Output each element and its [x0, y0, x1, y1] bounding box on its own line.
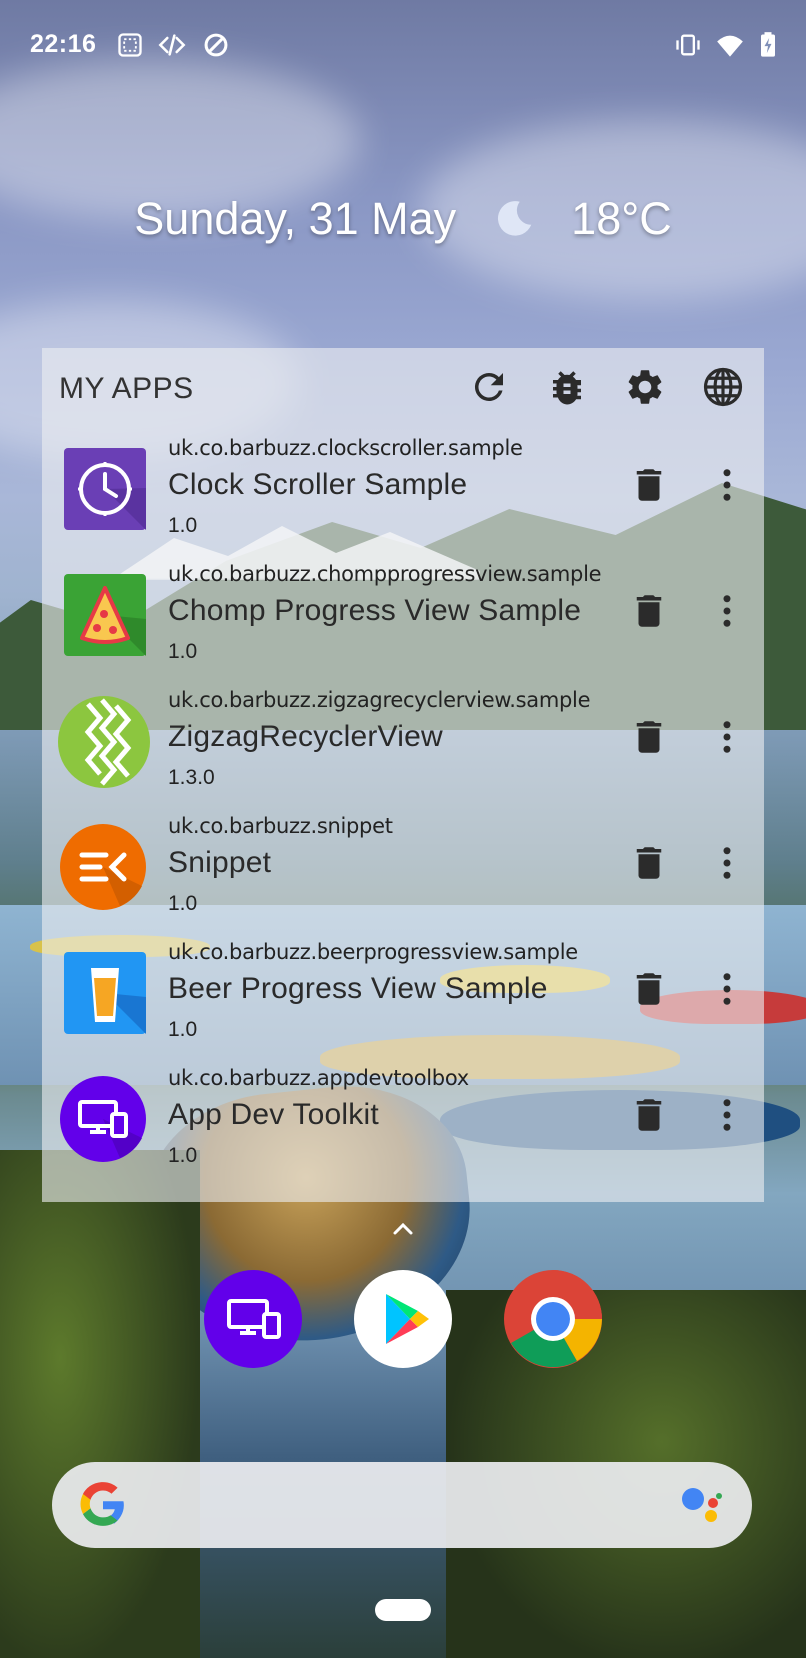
more-options-icon[interactable] [706, 968, 748, 1010]
app-package-name: uk.co.barbuzz.snippet [168, 814, 393, 838]
refresh-icon[interactable] [468, 366, 510, 408]
more-options-icon[interactable] [706, 590, 748, 632]
date-widget[interactable]: Sunday, 31 May 18°C [0, 190, 806, 245]
app-name: ZigzagRecyclerView [168, 720, 443, 753]
app-package-name: uk.co.barbuzz.appdevtoolbox [168, 1066, 469, 1090]
app-name: Beer Progress View Sample [168, 972, 548, 1005]
delete-icon[interactable] [628, 464, 670, 506]
beer-app-icon[interactable] [64, 952, 146, 1034]
pizza-app-icon[interactable] [64, 574, 146, 656]
vibrate-icon [674, 31, 702, 59]
moon-icon [497, 201, 531, 236]
app-package-name: uk.co.barbuzz.beerprogressview.sample [168, 940, 578, 964]
app-package-name: uk.co.barbuzz.zigzagrecyclerview.sample [168, 688, 591, 712]
app-version: 1.0 [168, 1144, 198, 1167]
google-g-icon [78, 1480, 128, 1530]
delete-icon[interactable] [628, 590, 670, 632]
more-options-icon[interactable] [706, 716, 748, 758]
home-gesture-pill[interactable] [375, 1599, 431, 1621]
app-version: 1.3.0 [168, 766, 215, 789]
app-name: Snippet [168, 846, 272, 879]
app-version: 1.0 [168, 1018, 198, 1041]
app-name: Chomp Progress View Sample [168, 594, 582, 627]
delete-icon[interactable] [628, 716, 670, 758]
app-row[interactable]: uk.co.barbuzz.chompprogressview.sample C… [42, 562, 764, 688]
my-apps-widget: MY APPS uk.co.barbuzz.clockscroller.samp… [42, 348, 764, 1202]
assistant-icon[interactable] [680, 1484, 724, 1528]
app-name: Clock Scroller Sample [168, 468, 468, 501]
apps-widget-title: MY APPS [59, 372, 194, 405]
app-row[interactable]: uk.co.barbuzz.beerprogressview.sample Be… [42, 940, 764, 1066]
clock-app-icon[interactable] [64, 448, 146, 530]
app-row[interactable]: uk.co.barbuzz.zigzagrecyclerview.sample … [42, 688, 764, 814]
settings-icon[interactable] [624, 366, 666, 408]
bug-icon[interactable] [546, 366, 588, 408]
play-store-icon[interactable] [354, 1270, 452, 1368]
zigzag-app-icon[interactable] [58, 696, 150, 788]
dev-code-icon [158, 31, 186, 59]
snippet-app-icon[interactable] [60, 824, 146, 910]
apps-widget-header: MY APPS [42, 348, 764, 430]
delete-icon[interactable] [628, 842, 670, 884]
app-name: App Dev Toolkit [168, 1098, 379, 1131]
google-search-bar[interactable] [52, 1462, 752, 1548]
data-saver-icon [202, 31, 230, 59]
app-row[interactable]: uk.co.barbuzz.appdevtoolbox App Dev Tool… [42, 1066, 764, 1192]
chrome-icon[interactable] [504, 1270, 602, 1368]
globe-icon[interactable] [702, 366, 744, 408]
more-options-icon[interactable] [706, 464, 748, 506]
app-version: 1.0 [168, 514, 198, 537]
screenshot-icon [116, 31, 144, 59]
status-bar: 22:16 [0, 0, 806, 96]
app-package-name: uk.co.barbuzz.clockscroller.sample [168, 436, 523, 460]
wifi-icon [716, 31, 744, 59]
delete-icon[interactable] [628, 968, 670, 1010]
status-time: 22:16 [30, 30, 97, 58]
app-row[interactable]: uk.co.barbuzz.clockscroller.sample Clock… [42, 436, 764, 562]
more-options-icon[interactable] [706, 1094, 748, 1136]
app-package-name: uk.co.barbuzz.chompprogressview.sample [168, 562, 602, 586]
battery-charging-icon [754, 31, 782, 59]
devices-app-icon[interactable] [60, 1076, 146, 1162]
more-options-icon[interactable] [706, 842, 748, 884]
app-version: 1.0 [168, 892, 198, 915]
app-row[interactable]: uk.co.barbuzz.snippet Snippet 1.0 [42, 814, 764, 940]
app-dev-toolkit-icon[interactable] [204, 1270, 302, 1368]
app-drawer-chevron-up-icon[interactable] [392, 1222, 414, 1236]
date-text: Sunday, 31 May [134, 193, 457, 245]
temperature-text: 18°C [571, 193, 672, 245]
delete-icon[interactable] [628, 1094, 670, 1136]
app-version: 1.0 [168, 640, 198, 663]
